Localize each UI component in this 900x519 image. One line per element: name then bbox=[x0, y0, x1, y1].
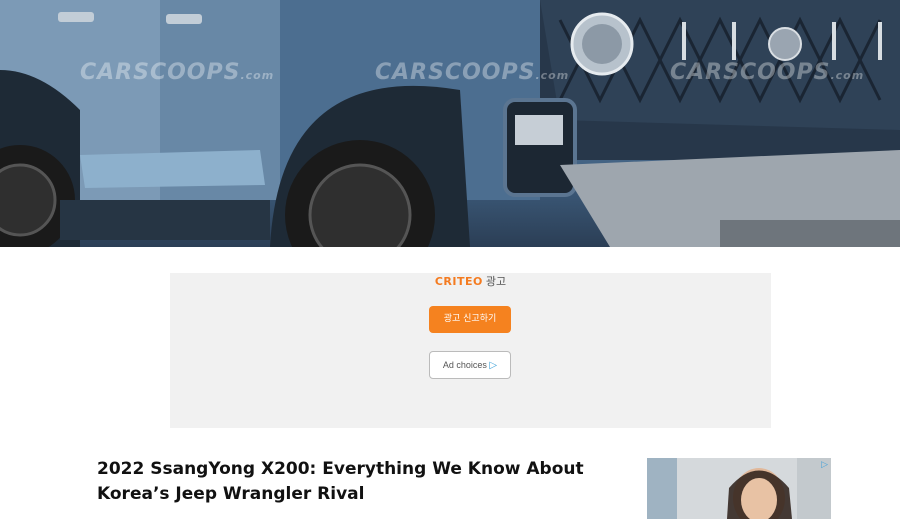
adchoices-label: Ad choices bbox=[442, 360, 487, 370]
advertisement-banner[interactable]: CRITEO 광고 광고 신고하기 Ad choices ▷ bbox=[170, 273, 771, 428]
side-ad-image[interactable]: ▷ bbox=[647, 458, 831, 519]
adchoices-button[interactable]: Ad choices ▷ bbox=[429, 351, 511, 379]
criteo-logo: CRITEO bbox=[434, 275, 483, 288]
ad-label: 광고 bbox=[485, 276, 507, 288]
ad-choices-icon[interactable]: ▷ bbox=[821, 459, 828, 470]
hero-car-illustration bbox=[0, 0, 900, 247]
hero-image: CARSCOOPS.com CARSCOOPS.com CARSCOOPS.co… bbox=[0, 0, 900, 247]
side-ad-photo bbox=[647, 458, 831, 519]
report-ad-button[interactable]: 광고 신고하기 bbox=[429, 306, 511, 333]
article-title[interactable]: 2022 SsangYong X200: Everything We Know … bbox=[97, 457, 617, 507]
watermark-text: CARSCOOPS.com bbox=[375, 60, 570, 85]
watermark-text: CARSCOOPS.com bbox=[670, 60, 865, 85]
watermark-text: CARSCOOPS.com bbox=[80, 60, 275, 85]
ad-brand-label: CRITEO 광고 bbox=[170, 273, 771, 289]
adchoices-icon: ▷ bbox=[489, 360, 498, 371]
